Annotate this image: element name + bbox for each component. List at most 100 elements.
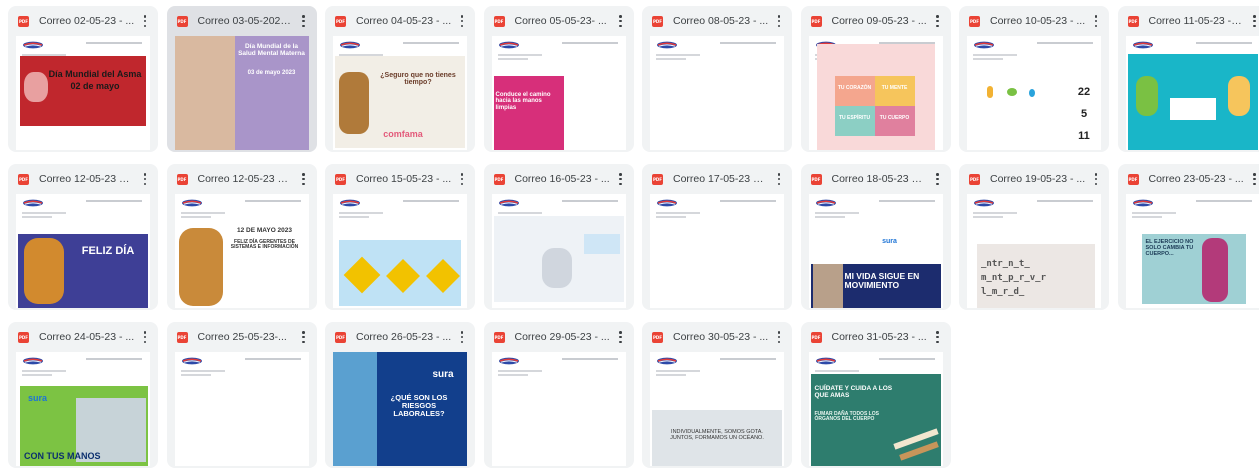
more-options-icon[interactable] [1091, 172, 1101, 186]
more-options-icon[interactable] [457, 172, 467, 186]
file-title[interactable]: Correo 16-05-23 - ... [515, 173, 611, 186]
file-card[interactable]: PDF Correo 31-05-23 - ... CUÍDATE Y CUID… [800, 322, 951, 468]
file-thumbnail[interactable]: sura ¿QUÉ SON LOS RIESGOS LABORALES? [333, 352, 467, 466]
thumb-art [174, 36, 235, 150]
company-logo-icon [498, 357, 519, 365]
more-options-icon[interactable] [299, 330, 309, 344]
file-title[interactable]: Correo 31-05-23 - ... [832, 331, 928, 344]
file-thumbnail[interactable] [491, 352, 626, 466]
file-title[interactable]: Correo 19-05-23 - ... [990, 173, 1086, 186]
file-title[interactable]: Correo 24-05-23 - ... [39, 331, 135, 344]
file-title[interactable]: Correo 23-05-23 - ... [1149, 173, 1245, 186]
thumb-art [24, 72, 48, 102]
file-card[interactable]: PDF Correo 30-05-23 - ... INDIVIDUALMENT… [642, 322, 792, 468]
file-card[interactable]: PDF Correo 23-05-23 - ... EL EJERCICIO N… [1117, 164, 1259, 310]
file-thumbnail[interactable] [650, 36, 784, 150]
file-title[interactable]: Correo 10-05-23 - ... [990, 15, 1086, 28]
text-line [22, 212, 66, 214]
file-thumbnail[interactable]: CUÍDATE Y CUIDA A LOS QUE AMAS FUMAR DAÑ… [808, 352, 943, 466]
file-thumbnail[interactable]: 12 DE MAYO 2023 FELIZ DÍA GERENTES DE SI… [174, 194, 309, 308]
file-card[interactable]: PDF Correo 11-05-23 - P... [1117, 6, 1259, 152]
file-card[interactable]: PDF Correo 15-05-23 - ... [325, 164, 475, 310]
more-options-icon[interactable] [933, 172, 943, 186]
text-line [339, 216, 369, 218]
thumb-caption: 02 de mayo [70, 81, 120, 91]
more-options-icon[interactable] [140, 172, 150, 186]
file-thumbnail[interactable] [174, 352, 309, 466]
file-card[interactable]: PDF Correo 29-05-23 - ... [483, 322, 634, 468]
more-options-icon[interactable] [616, 172, 626, 186]
file-card[interactable]: PDF Correo 16-05-23 - ... [483, 164, 634, 310]
more-options-icon[interactable] [299, 14, 309, 28]
file-title[interactable]: Correo 03-05-2023... [198, 15, 294, 28]
file-title[interactable]: Correo 18-05-23 Us... [832, 173, 928, 186]
more-options-icon[interactable] [616, 14, 626, 28]
file-title[interactable]: Correo 04-05-23 - ... [356, 15, 452, 28]
file-title[interactable]: Correo 29-05-23 - ... [515, 331, 611, 344]
file-thumbnail[interactable]: Día Mundial del Asma 02 de mayo [16, 36, 150, 150]
more-options-icon[interactable] [933, 330, 943, 344]
more-options-icon[interactable] [774, 330, 784, 344]
more-options-icon[interactable] [457, 14, 467, 28]
file-card[interactable]: PDF Correo 03-05-2023... Día Mundial de … [166, 6, 317, 152]
file-card[interactable]: PDF Correo 26-05-23 - ... sura ¿QUÉ SON … [325, 322, 475, 468]
file-card[interactable]: PDF Correo 02-05-23 - ... Día Mundial de… [8, 6, 158, 152]
more-options-icon[interactable] [140, 330, 150, 344]
more-options-icon[interactable] [1250, 14, 1259, 28]
more-options-icon[interactable] [774, 14, 784, 28]
file-title[interactable]: Correo 17-05-23 Di... [673, 173, 769, 186]
file-thumbnail[interactable]: Conduce el camino hacia las manos limpia… [491, 36, 626, 150]
file-thumbnail[interactable]: Día Mundial de la Salud Mental Materna 0… [174, 36, 309, 150]
file-title[interactable]: Correo 12-05-23 Fe... [198, 173, 294, 186]
more-options-icon[interactable] [299, 172, 309, 186]
file-card[interactable]: PDF Correo 12-05-23 Fe... FELIZ DÍA [8, 164, 158, 310]
header-line [1037, 42, 1093, 44]
file-thumbnail[interactable] [1125, 36, 1259, 150]
file-card[interactable]: PDF Correo 09-05-23 - ... TU CORAZÓN TU … [800, 6, 951, 152]
pdf-icon: PDF [335, 174, 346, 185]
more-options-icon[interactable] [1250, 172, 1259, 186]
file-thumbnail[interactable]: ¿Seguro que no tienes tiempo? comfama [333, 36, 467, 150]
more-options-icon[interactable] [1091, 14, 1101, 28]
text-line [180, 370, 225, 372]
file-card[interactable]: PDF Correo 17-05-23 Di... [642, 164, 792, 310]
file-card[interactable]: PDF Correo 19-05-23 - ... _ntr_n_t_ m_nt… [959, 164, 1109, 310]
file-thumbnail[interactable]: INDIVIDUALMENTE, SOMOS GOTA. JUNTOS, FOR… [650, 352, 784, 466]
file-title[interactable]: Correo 02-05-23 - ... [39, 15, 135, 28]
file-thumbnail[interactable] [333, 194, 467, 308]
file-thumbnail[interactable]: _ntr_n_t_ m_nt_p_r_v_r l_m_r_d_ [967, 194, 1101, 308]
file-thumbnail[interactable]: sura MI VIDA SIGUE EN MOVIMIENTO [808, 194, 943, 308]
more-options-icon[interactable] [140, 14, 150, 28]
file-title[interactable]: Correo 15-05-23 - ... [356, 173, 452, 186]
file-title[interactable]: Correo 11-05-23 - P... [1149, 15, 1245, 28]
file-thumbnail[interactable]: TU CORAZÓN TU MENTE TU ESPÍRITU TU CUERP… [808, 36, 943, 150]
file-card[interactable]: PDF Correo 05-05-23- ... Conduce el cami… [483, 6, 634, 152]
file-card[interactable]: PDF Correo 12-05-23 Fe... 12 DE MAYO 202… [166, 164, 317, 310]
file-card[interactable]: PDF Correo 18-05-23 Us... sura MI VIDA S… [800, 164, 951, 310]
company-logo-icon [498, 41, 519, 49]
file-thumbnail[interactable]: 22 5 11 [967, 36, 1101, 150]
file-title[interactable]: Correo 12-05-23 Fe... [39, 173, 135, 186]
file-title[interactable]: Correo 30-05-23 - ... [673, 331, 769, 344]
file-card[interactable]: PDF Correo 25-05-23-... [166, 322, 317, 468]
file-title[interactable]: Correo 05-05-23- ... [515, 15, 611, 28]
file-thumbnail[interactable] [650, 194, 784, 308]
file-title[interactable]: Correo 26-05-23 - ... [356, 331, 452, 344]
file-thumbnail[interactable]: EL EJERCICIO NO SOLO CAMBIA TU CUERPO... [1125, 194, 1259, 308]
thumb-art [1169, 98, 1216, 120]
file-card[interactable]: PDF Correo 04-05-23 - ... ¿Seguro que no… [325, 6, 475, 152]
file-card[interactable]: PDF Correo 24-05-23 - ... sura CON TUS M… [8, 322, 158, 468]
file-thumbnail[interactable] [491, 194, 626, 308]
more-options-icon[interactable] [774, 172, 784, 186]
file-card[interactable]: PDF Correo 10-05-23 - ... 22 5 11 [959, 6, 1109, 152]
file-title[interactable]: Correo 09-05-23 - ... [832, 15, 928, 28]
file-thumbnail[interactable]: sura CON TUS MANOS [16, 352, 150, 466]
file-title[interactable]: Correo 08-05-23 - ... [673, 15, 769, 28]
more-options-icon[interactable] [616, 330, 626, 344]
more-options-icon[interactable] [933, 14, 943, 28]
file-thumbnail[interactable]: FELIZ DÍA [16, 194, 150, 308]
file-card[interactable]: PDF Correo 08-05-23 - ... [642, 6, 792, 152]
file-title[interactable]: Correo 25-05-23-... [198, 331, 294, 344]
thumb-caption: _ntr_n_t_ [981, 259, 1030, 269]
more-options-icon[interactable] [457, 330, 467, 344]
